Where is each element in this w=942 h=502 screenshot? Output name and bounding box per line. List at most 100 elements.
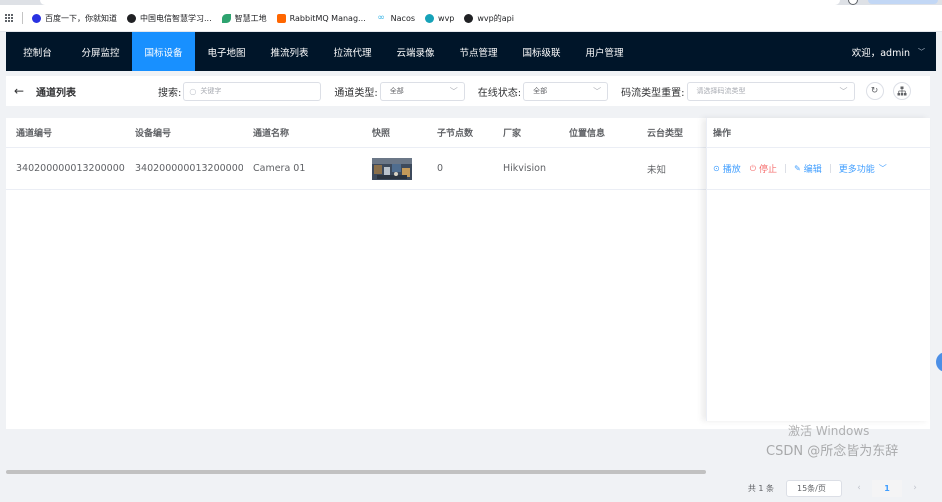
search-label: 搜索: (158, 87, 182, 99)
refresh-icon: ↻ (870, 86, 879, 96)
current-page-button[interactable]: 1 (872, 479, 902, 497)
rabbitmq-icon (276, 13, 286, 23)
col-header-channel-id: 通道编号 (16, 129, 53, 139)
channel-table: 通道编号 设备编号 通道名称 快照 子节点数 厂家 位置信息 云台类型 3402… (6, 118, 930, 497)
edit-button[interactable]: ✎ 编辑 (794, 162, 822, 175)
online-status-select[interactable]: 全部 ﹀ (523, 81, 609, 101)
tree-view-button[interactable] (892, 82, 911, 100)
col-header-device-id: 设备编号 (135, 129, 172, 139)
tree-structure-icon (897, 86, 906, 96)
cell-manufacturer: Hikvision (503, 163, 546, 174)
pagination: 共 1 条 15条/页 ‹ 1 › (6, 474, 930, 502)
edit-label: 编辑 (803, 165, 822, 175)
channel-type-select[interactable]: 全部 ﹀ (379, 81, 465, 101)
bookmark-label: 智慧工地 (234, 13, 267, 23)
play-button[interactable]: ⊙ 播放 (713, 162, 741, 175)
bookmark-label: wvp (438, 13, 455, 23)
refresh-button[interactable]: ↻ (865, 82, 884, 100)
globe-icon (127, 13, 136, 23)
main-content: ← 通道列表 搜索: ○ 关键字 通道类型: 全部 ﹀ 在线状态: 全部 ﹀ 码… (6, 71, 936, 497)
globe-icon (464, 13, 474, 23)
bookmark-label: 中国电信智慧学习... (140, 13, 212, 23)
nav-item-gb-cascade[interactable]: 国标级联 (510, 32, 573, 71)
apps-grid-icon[interactable] (5, 13, 14, 23)
bookmark-label: RabbitMQ Manag... (289, 13, 366, 23)
stream-type-select[interactable]: 请选择码流类型 ﹀ (686, 81, 855, 101)
nav-item-user-manage[interactable]: 用户管理 (573, 32, 636, 71)
nav-item-cloud-record[interactable]: 云端录像 (384, 32, 447, 71)
nav-item-gb-devices[interactable]: 国标设备 (132, 32, 195, 71)
pagination-total: 共 1 条 (747, 483, 774, 493)
search-placeholder: 关键字 (200, 87, 222, 95)
snapshot-thumbnail[interactable] (372, 157, 412, 180)
bookmark-wvp-api[interactable]: wvp的api (464, 13, 514, 24)
prev-page-button[interactable]: ‹ (850, 483, 868, 493)
browser-tab[interactable] (40, 0, 840, 5)
cell-sub-count: 0 (437, 163, 444, 174)
windows-activation-watermark: 激活 Windows (788, 424, 870, 438)
paw-icon (32, 13, 41, 23)
col-header-location: 位置信息 (569, 129, 606, 139)
more-label: 更多功能 (838, 165, 875, 175)
cell-snapshot (362, 157, 427, 180)
col-header-channel-name: 通道名称 (253, 129, 290, 139)
channel-type-label: 通道类型: (334, 87, 378, 99)
col-header-sub-count: 子节点数 (437, 129, 474, 139)
online-status-value: 全部 (533, 87, 548, 95)
nav-item-map[interactable]: 电子地图 (195, 32, 258, 71)
nav-item-node-manage[interactable]: 节点管理 (447, 32, 510, 71)
nav-item-pull-proxy[interactable]: 拉流代理 (321, 32, 384, 71)
col-header-actions: 操作 (707, 118, 930, 148)
bookmark-nacos[interactable]: ∞ Nacos (376, 13, 415, 23)
csdn-watermark: CSDN @所念皆为东辞 (766, 444, 899, 459)
more-actions-dropdown[interactable]: 更多功能 ﹀ (839, 162, 887, 175)
nacos-icon: ∞ (377, 13, 385, 23)
arrow-left-icon[interactable]: ← (14, 84, 26, 98)
bookmark-rabbitmq[interactable]: RabbitMQ Manag... (276, 13, 366, 23)
cell-ptz-type: 未知 (647, 164, 667, 176)
bookmark-site[interactable]: 智慧工地 (221, 13, 267, 24)
page-title: 通道列表 (36, 87, 76, 99)
search-icon: ○ (189, 86, 197, 96)
leaf-icon (221, 13, 231, 23)
play-circle-icon: ⊙ (713, 164, 720, 173)
bookmark-baidu[interactable]: 百度一下，你就知道 (32, 13, 117, 24)
chevron-down-icon: ﹀ (878, 164, 887, 173)
tab-strip (0, 0, 942, 5)
wvp-icon (425, 13, 435, 23)
cell-device-id: 34020000001320000001 (135, 163, 243, 174)
stop-label: 停止 (759, 165, 778, 175)
page-size-select[interactable]: 15条/页 (786, 479, 842, 497)
power-icon: ⏻ (749, 163, 757, 173)
cell-channel-id: 34020000001320000001 (16, 163, 125, 174)
action-divider (829, 164, 831, 173)
profile-icon[interactable] (848, 0, 858, 5)
chevron-down-icon: ﹀ (918, 47, 925, 56)
channel-toolbar: ← 通道列表 搜索: ○ 关键字 通道类型: 全部 ﹀ 在线状态: 全部 ﹀ 码… (6, 76, 930, 106)
bookmark-divider (22, 12, 23, 24)
cell-channel-name: Camera 01 (253, 163, 306, 174)
online-status-label: 在线状态: (477, 87, 522, 99)
browser-menu-pill[interactable] (868, 0, 938, 4)
floating-side-button[interactable] (936, 352, 942, 372)
row-actions: ⊙ 播放 ⏻ 停止 ✎ 编辑 更多功能 ﹀ (707, 148, 930, 190)
next-page-button[interactable]: › (906, 483, 924, 493)
edit-icon: ✎ (794, 164, 801, 173)
bookmark-telecom[interactable]: 中国电信智慧学习... (127, 13, 212, 24)
nav-item-split-monitor[interactable]: 分屏监控 (69, 32, 132, 71)
bookmarks-bar: 百度一下，你就知道 中国电信智慧学习... 智慧工地 RabbitMQ Mana… (0, 9, 524, 27)
stop-button[interactable]: ⏻ 停止 (749, 162, 778, 176)
col-header-manufacturer: 厂家 (503, 129, 522, 139)
table-row[interactable]: 34020000001320000001 3402000000132000000… (6, 148, 706, 190)
search-input[interactable]: ○ 关键字 (183, 81, 322, 101)
nav-item-console[interactable]: 控制台 (6, 32, 69, 71)
nav-item-push-list[interactable]: 推流列表 (258, 32, 321, 71)
chevron-down-icon: ﹀ (593, 86, 602, 96)
stream-type-placeholder: 请选择码流类型 (696, 87, 746, 95)
user-greeting: 欢迎，admin (851, 47, 910, 59)
bookmark-wvp[interactable]: wvp (425, 13, 455, 23)
browser-chrome: 百度一下，你就知道 中国电信智慧学习... 智慧工地 RabbitMQ Mana… (0, 0, 942, 32)
action-divider (785, 164, 787, 173)
user-menu[interactable]: 欢迎，admin ﹀ (852, 32, 936, 71)
table-header: 通道编号 设备编号 通道名称 快照 子节点数 厂家 位置信息 云台类型 (6, 118, 706, 148)
